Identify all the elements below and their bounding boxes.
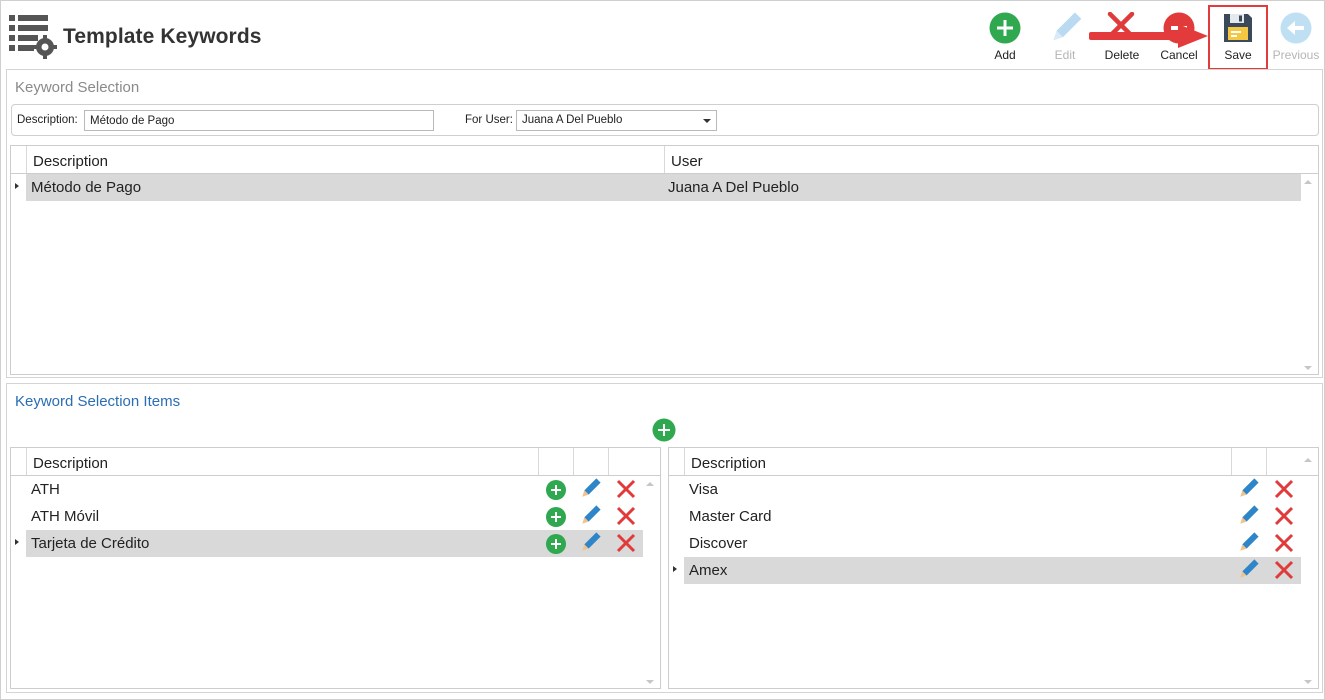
save-button-label: Save [1224, 48, 1252, 62]
row-indicator-icon [15, 183, 19, 189]
pencil-icon[interactable] [1237, 559, 1259, 581]
item-description: Amex [689, 562, 728, 579]
list-gear-icon [9, 15, 57, 59]
previous-button-label: Previous [1272, 48, 1320, 62]
keyword-selection-title: Keyword Selection [15, 79, 140, 96]
for-user-selected-value: Juana A Del Pueblo [522, 114, 623, 126]
scroll-up-icon[interactable] [646, 482, 654, 486]
row-indicator-icon [673, 566, 677, 572]
grid-header: Description [11, 448, 660, 476]
for-user-select[interactable]: Juana A Del Pueblo [516, 110, 717, 131]
edit-button[interactable]: Edit [1037, 11, 1093, 65]
delete-button-label: Delete [1104, 48, 1140, 62]
items-grid-right: Description Visa Master Card Discover Am… [668, 447, 1319, 689]
column-header-user[interactable]: User [664, 146, 1301, 173]
x-icon[interactable] [615, 505, 637, 527]
page-title: Template Keywords [63, 25, 262, 48]
floppy-disk-icon [1224, 14, 1252, 42]
row-indicator-icon [15, 539, 19, 545]
scroll-up-icon[interactable] [1304, 180, 1312, 184]
x-icon[interactable] [615, 532, 637, 554]
row-description: Método de Pago [31, 179, 142, 196]
list-item[interactable]: Master Card [684, 503, 1301, 530]
item-description: Discover [689, 535, 748, 552]
item-description: Visa [689, 481, 718, 498]
add-row-icon[interactable] [545, 533, 567, 555]
item-description: ATH Móvil [31, 508, 100, 525]
pencil-icon [1053, 12, 1081, 41]
add-button[interactable]: Add [977, 11, 1033, 65]
scrollbar[interactable] [1298, 174, 1318, 374]
scroll-down-icon[interactable] [1304, 680, 1312, 684]
scroll-down-icon[interactable] [646, 680, 654, 684]
column-header-add [538, 448, 573, 475]
list-item[interactable]: Amex [684, 557, 1301, 584]
x-icon[interactable] [1273, 532, 1295, 554]
pencil-icon[interactable] [1237, 505, 1259, 527]
add-row-icon[interactable] [545, 506, 567, 528]
items-grid-left: Description ATH ATH Móvil Tarjeta de Cré… [10, 447, 661, 689]
scroll-down-icon[interactable] [1304, 366, 1312, 370]
scroll-up-icon[interactable] [1304, 458, 1312, 462]
pencil-icon[interactable] [579, 478, 601, 500]
column-header-delete [608, 448, 643, 475]
add-row-icon[interactable] [545, 479, 567, 501]
keyword-items-panel: Keyword Selection Items Description ATH … [6, 383, 1323, 693]
previous-button[interactable]: Previous [1268, 11, 1324, 65]
list-item[interactable]: Visa [684, 476, 1301, 503]
x-icon[interactable] [1273, 505, 1295, 527]
column-header-edit [573, 448, 608, 475]
x-icon[interactable] [1273, 559, 1295, 581]
keyword-items-title: Keyword Selection Items [15, 393, 181, 410]
arrow-left-circle-icon [1280, 12, 1312, 44]
pencil-icon[interactable] [579, 505, 601, 527]
column-header-delete [1266, 448, 1301, 475]
for-user-label: For User: [465, 114, 513, 126]
description-input[interactable] [84, 110, 434, 131]
item-description: Master Card [689, 508, 772, 525]
filter-bar: Description: For User: Juana A Del Puebl… [11, 104, 1319, 136]
add-item-button[interactable] [652, 418, 676, 442]
column-header-description[interactable]: Description [684, 448, 1231, 475]
pencil-icon[interactable] [1237, 478, 1259, 500]
list-item[interactable]: Discover [684, 530, 1301, 557]
column-header-description[interactable]: Description [26, 448, 538, 475]
keyword-selection-panel: Keyword Selection Description: For User:… [6, 69, 1323, 378]
plus-circle-icon [989, 12, 1021, 44]
chevron-down-icon[interactable] [703, 119, 711, 123]
column-header-edit [1231, 448, 1266, 475]
arrow-annotation-icon [1089, 24, 1208, 48]
description-label: Description: [17, 114, 78, 126]
edit-button-label: Edit [1054, 48, 1076, 62]
add-button-label: Add [994, 48, 1016, 62]
x-icon[interactable] [615, 478, 637, 500]
item-description: ATH [31, 481, 60, 498]
save-button[interactable]: Save [1210, 11, 1266, 65]
pencil-icon[interactable] [1237, 532, 1259, 554]
row-user: Juana A Del Pueblo [668, 179, 799, 196]
template-keywords-window: Template Keywords Add Edit Delete Cancel… [0, 0, 1325, 700]
x-icon[interactable] [1273, 478, 1295, 500]
cancel-button-label: Cancel [1160, 48, 1198, 62]
scrollbar[interactable] [640, 476, 660, 688]
pencil-icon[interactable] [579, 532, 601, 554]
grid-header: Description User [11, 146, 1318, 174]
column-header-description[interactable]: Description [26, 146, 664, 173]
scrollbar[interactable] [1298, 448, 1318, 688]
keyword-selection-grid: Description User Método de Pago Juana A … [10, 145, 1319, 375]
header-bar: Template Keywords Add Edit Delete Cancel… [1, 1, 1324, 70]
table-row[interactable]: Método de Pago Juana A Del Pueblo [26, 174, 1301, 201]
item-description: Tarjeta de Crédito [31, 535, 150, 552]
grid-header: Description [669, 448, 1318, 476]
